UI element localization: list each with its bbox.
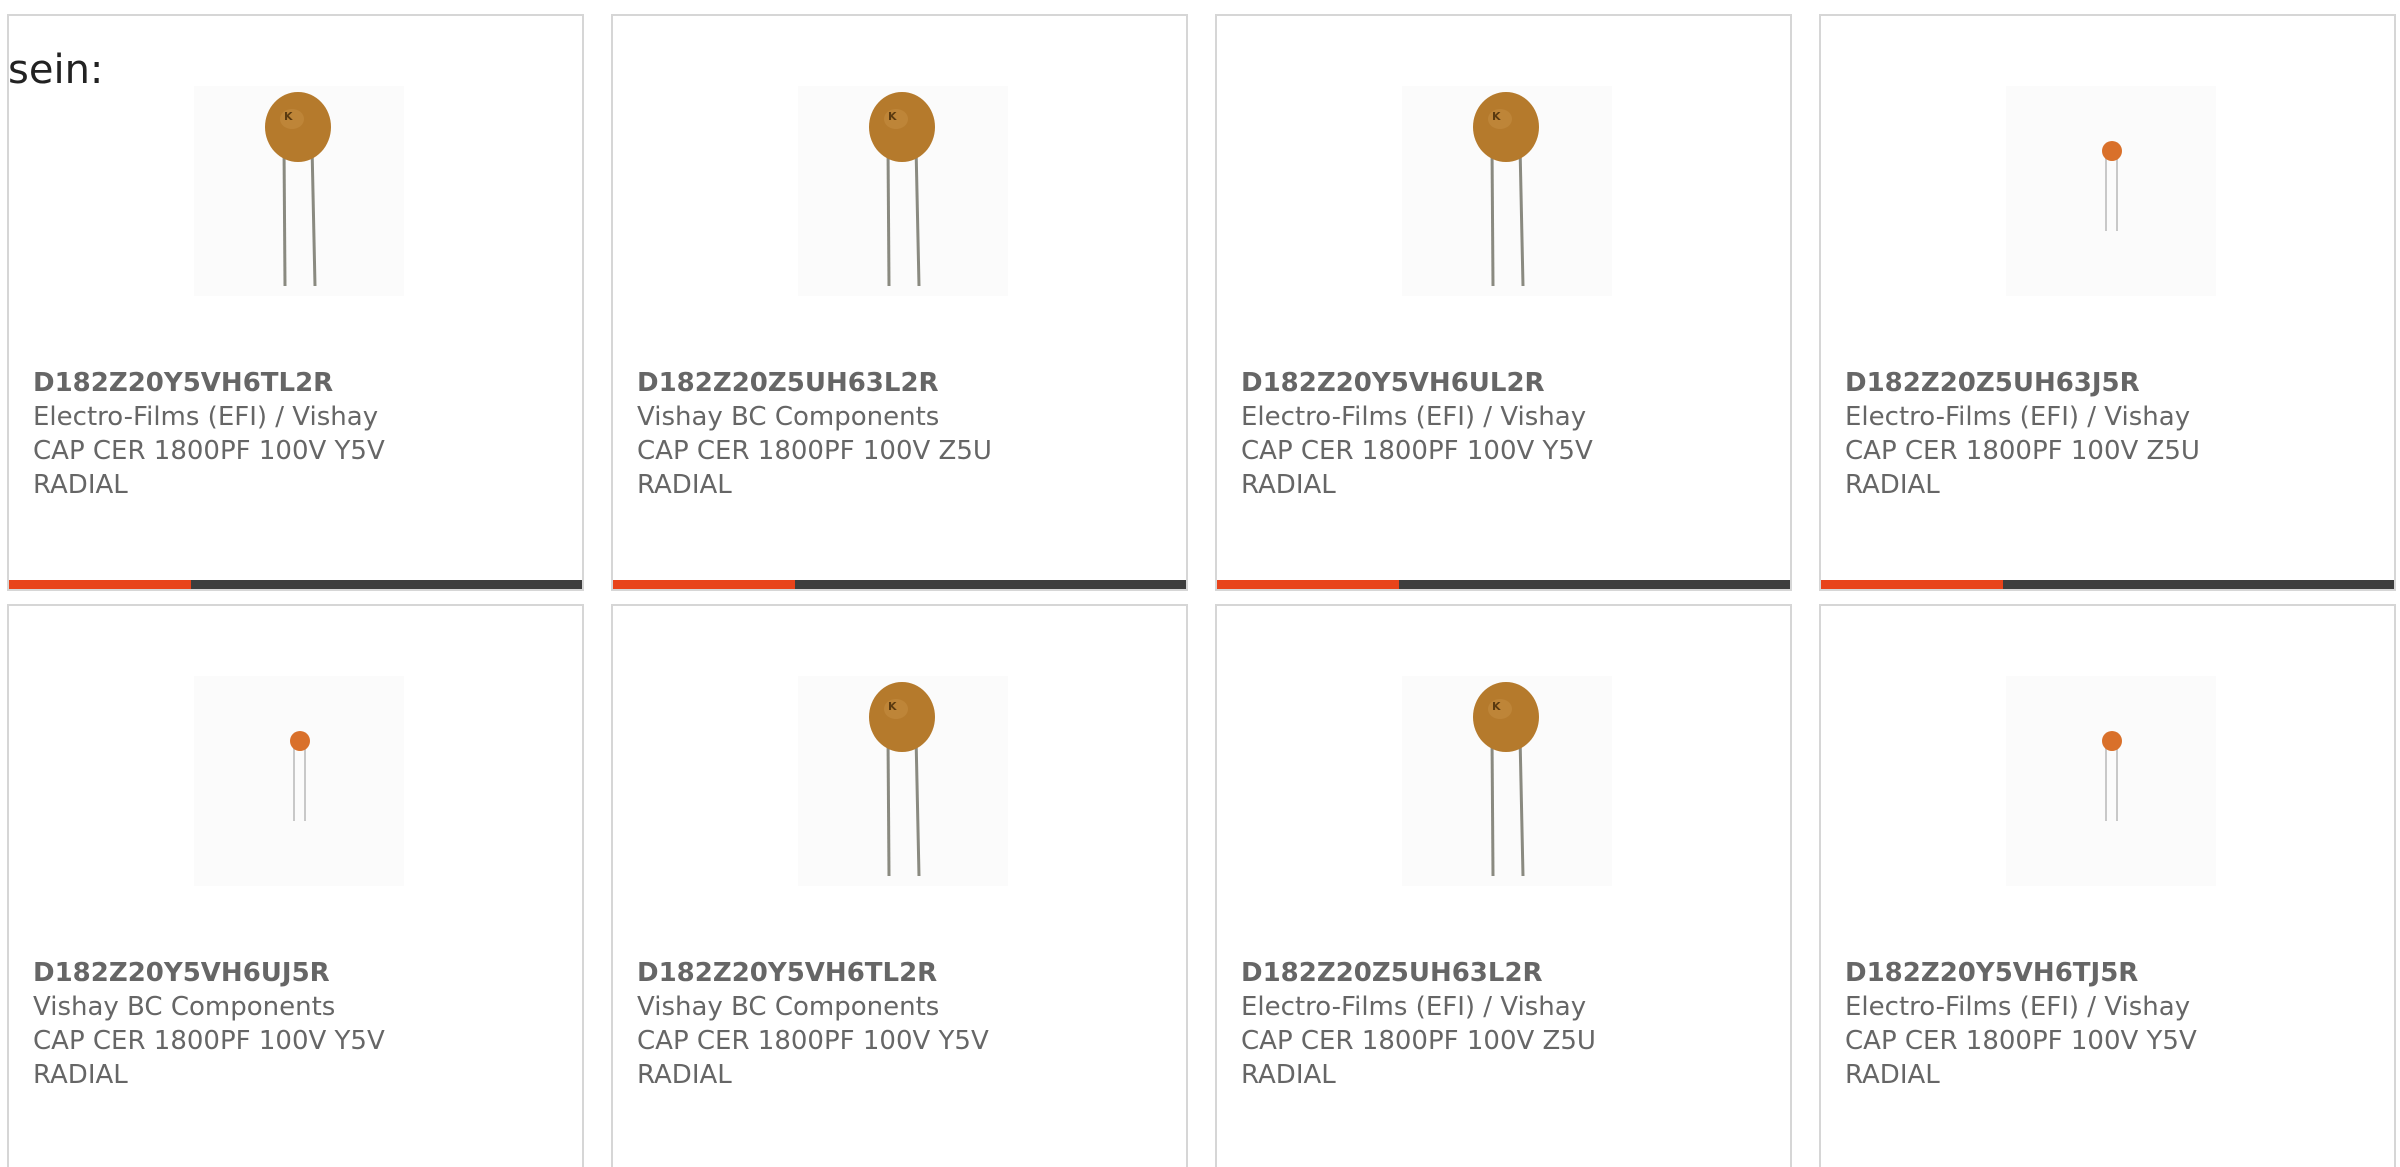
manufacturer-name: Electro-Films (EFI) / Vishay [1845, 992, 2191, 1022]
product-description: CAP CER 1800PF 100V Y5V [1845, 1026, 2197, 1056]
product-card[interactable]: K D182Z20Y5VH6TL2R Electro-Films (EFI) /… [7, 14, 584, 591]
small-disc-capacitor-icon [2006, 676, 2216, 886]
card-footer-bar [1217, 580, 1790, 589]
product-package: RADIAL [33, 470, 128, 500]
svg-text:K: K [888, 110, 897, 123]
part-number-link[interactable]: D182Z20Y5VH6UJ5R [33, 956, 562, 990]
product-description: CAP CER 1800PF 100V Z5U [637, 436, 992, 466]
card-footer-bar [1821, 580, 2394, 589]
product-package: RADIAL [33, 1060, 128, 1090]
product-card[interactable]: K D182Z20Y5VH6UL2R Electro-Films (EFI) /… [1215, 14, 1792, 591]
svg-text:K: K [888, 700, 897, 713]
large-disc-capacitor-icon: K [194, 86, 404, 296]
product-description: CAP CER 1800PF 100V Y5V [33, 436, 385, 466]
product-image[interactable] [2006, 676, 2216, 886]
card-footer-bar [9, 580, 582, 589]
card-footer-bar [613, 580, 1186, 589]
product-card[interactable]: D182Z20Y5VH6TJ5R Electro-Films (EFI) / V… [1819, 604, 2396, 1167]
manufacturer-name: Vishay BC Components [637, 402, 940, 432]
product-image[interactable]: K [194, 86, 404, 296]
part-number-link[interactable]: D182Z20Z5UH63L2R [637, 366, 1166, 400]
manufacturer-name: Electro-Films (EFI) / Vishay [1845, 402, 2191, 432]
part-number-link[interactable]: D182Z20Z5UH63L2R [1241, 956, 1770, 990]
product-description: CAP CER 1800PF 100V Z5U [1845, 436, 2200, 466]
large-disc-capacitor-icon: K [798, 676, 1008, 886]
product-image[interactable]: K [1402, 86, 1612, 296]
product-image[interactable]: K [798, 86, 1008, 296]
svg-text:K: K [1492, 110, 1501, 123]
product-image[interactable] [2006, 86, 2216, 296]
product-description: CAP CER 1800PF 100V Y5V [637, 1026, 989, 1056]
part-number-link[interactable]: D182Z20Y5VH6TL2R [33, 366, 562, 400]
part-number-link[interactable]: D182Z20Y5VH6TJ5R [1845, 956, 2374, 990]
product-grid-page: sein: K D182Z20Y5VH6TL2R Electro-Films (… [0, 0, 2400, 1167]
part-number-link[interactable]: D182Z20Z5UH63J5R [1845, 366, 2374, 400]
manufacturer-name: Vishay BC Components [33, 992, 336, 1022]
manufacturer-name: Electro-Films (EFI) / Vishay [33, 402, 379, 432]
manufacturer-name: Electro-Films (EFI) / Vishay [1241, 402, 1587, 432]
product-package: RADIAL [1241, 470, 1336, 500]
product-package: RADIAL [1845, 470, 1940, 500]
product-card[interactable]: K D182Z20Y5VH6TL2R Vishay BC Components … [611, 604, 1188, 1167]
large-disc-capacitor-icon: K [1402, 676, 1612, 886]
product-description: CAP CER 1800PF 100V Y5V [33, 1026, 385, 1056]
product-card[interactable]: K D182Z20Z5UH63L2R Vishay BC Components … [611, 14, 1188, 591]
lead-text: sein: [8, 47, 104, 93]
large-disc-capacitor-icon: K [798, 86, 1008, 296]
product-package: RADIAL [637, 470, 732, 500]
product-card[interactable]: K D182Z20Z5UH63L2R Electro-Films (EFI) /… [1215, 604, 1792, 1167]
manufacturer-name: Electro-Films (EFI) / Vishay [1241, 992, 1587, 1022]
part-number-link[interactable]: D182Z20Y5VH6TL2R [637, 956, 1166, 990]
product-package: RADIAL [1241, 1060, 1336, 1090]
product-card[interactable]: D182Z20Y5VH6UJ5R Vishay BC Components CA… [7, 604, 584, 1167]
product-package: RADIAL [637, 1060, 732, 1090]
large-disc-capacitor-icon: K [1402, 86, 1612, 296]
svg-text:K: K [1492, 700, 1501, 713]
product-package: RADIAL [1845, 1060, 1940, 1090]
manufacturer-name: Vishay BC Components [637, 992, 940, 1022]
product-card[interactable]: D182Z20Z5UH63J5R Electro-Films (EFI) / V… [1819, 14, 2396, 591]
small-disc-capacitor-icon [194, 676, 404, 886]
product-image[interactable] [194, 676, 404, 886]
product-description: CAP CER 1800PF 100V Z5U [1241, 1026, 1596, 1056]
svg-text:K: K [284, 110, 293, 123]
small-disc-capacitor-icon [2006, 86, 2216, 296]
product-description: CAP CER 1800PF 100V Y5V [1241, 436, 1593, 466]
product-image[interactable]: K [798, 676, 1008, 886]
product-image[interactable]: K [1402, 676, 1612, 886]
part-number-link[interactable]: D182Z20Y5VH6UL2R [1241, 366, 1770, 400]
